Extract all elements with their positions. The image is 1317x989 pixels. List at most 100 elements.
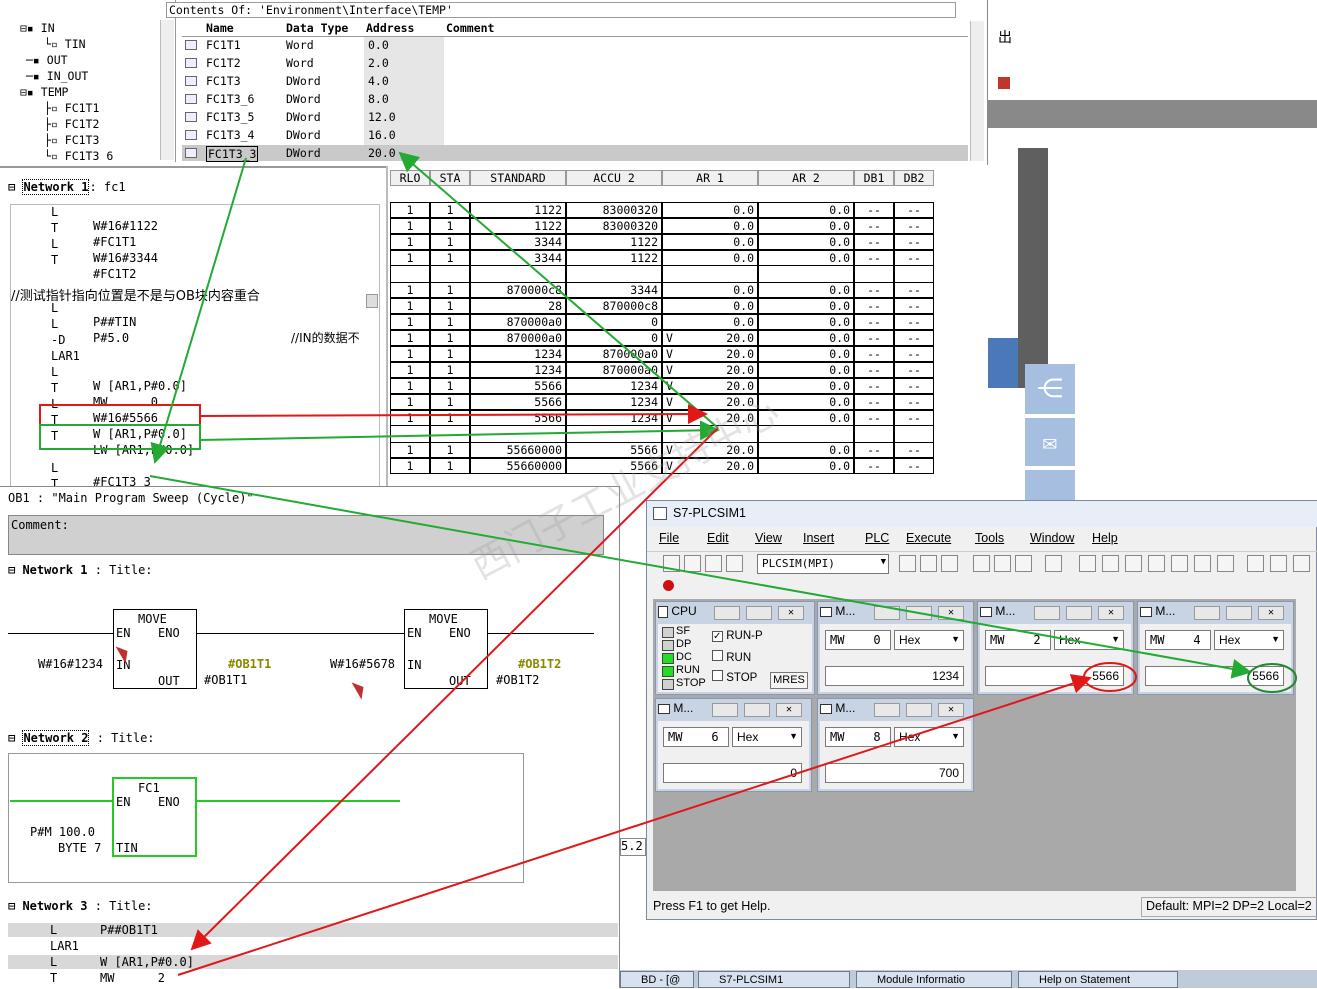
insert-counter-icon[interactable]: [1171, 555, 1188, 572]
network-1-link[interactable]: Network 1: [22, 179, 90, 195]
connection-combo[interactable]: PLCSIM(MPI) ▼: [757, 554, 889, 574]
tree-node-out[interactable]: ─▪ OUT: [26, 53, 68, 67]
taskbar-item-help[interactable]: Help on Statement: [1018, 971, 1178, 988]
value-field[interactable]: 5566: [1145, 666, 1284, 686]
help-icon[interactable]: [1045, 555, 1062, 572]
open-icon[interactable]: [684, 555, 701, 572]
insert-stack-icon[interactable]: [1247, 555, 1264, 572]
share-button[interactable]: ⋲: [1025, 364, 1075, 414]
mw-window[interactable]: M... ✕ MW 0 Hex ▼ 1234: [817, 601, 974, 695]
new-icon[interactable]: [663, 555, 680, 572]
taskbar-item-bd[interactable]: BD - [@: [620, 971, 694, 988]
print-icon[interactable]: [726, 555, 743, 572]
fc1-param-length[interactable]: BYTE 7: [58, 841, 101, 855]
maximize-button[interactable]: [906, 606, 932, 620]
maximize-button[interactable]: [1066, 606, 1092, 620]
var-row[interactable]: FC1T3_6 DWord 8.0: [182, 91, 968, 109]
minimize-button[interactable]: [1194, 606, 1220, 620]
close-button[interactable]: ✕: [776, 703, 802, 717]
plcsim-titlebar[interactable]: S7-PLCSIM1: [647, 501, 1317, 527]
insert-block-icon[interactable]: [1293, 555, 1310, 572]
var-row[interactable]: FC1T3_5 DWord 12.0: [182, 109, 968, 127]
menu-help[interactable]: Help: [1092, 531, 1118, 545]
tile-icon[interactable]: [994, 555, 1011, 572]
address-field[interactable]: MW 2: [985, 630, 1051, 650]
menu-edit[interactable]: Edit: [707, 531, 729, 545]
tree-node-inout[interactable]: ─▪ IN_OUT: [26, 69, 88, 83]
tree-node-in[interactable]: ⊟▪ IN: [20, 21, 55, 35]
record-icon[interactable]: [663, 580, 674, 591]
maximize-button[interactable]: [906, 703, 932, 717]
var-row[interactable]: FC1T3_3 DWord 20.0: [182, 145, 968, 163]
save-icon[interactable]: [705, 555, 722, 572]
menu-tools[interactable]: Tools: [975, 531, 1004, 545]
menu-execute[interactable]: Execute: [906, 531, 951, 545]
network-2-link[interactable]: Network 2: [22, 730, 90, 746]
close-button[interactable]: ✕: [1258, 606, 1284, 620]
runp-checkbox[interactable]: ✓ RUN-P: [712, 630, 763, 642]
menu-plc[interactable]: PLC: [865, 531, 889, 545]
value-field[interactable]: 5566: [985, 666, 1124, 686]
format-select[interactable]: Hex ▼: [1214, 630, 1284, 650]
tree-node-fc1t1[interactable]: ├▫ FC1T1: [44, 101, 99, 115]
insert-variable-icon[interactable]: [1194, 555, 1211, 572]
maximize-button[interactable]: [744, 703, 770, 717]
tree-node-fc1t3[interactable]: ├▫ FC1T3: [44, 133, 99, 147]
ob1-comment-box[interactable]: Comment:: [8, 515, 604, 555]
menu-file[interactable]: File: [659, 531, 679, 545]
menu-insert[interactable]: Insert: [803, 531, 834, 545]
value-field[interactable]: 1234: [825, 666, 964, 686]
col-type[interactable]: Data Type: [286, 21, 348, 35]
tree-node-tin[interactable]: └▫ TIN: [44, 37, 86, 51]
mw-window[interactable]: M... ✕ MW 8 Hex ▼ 700: [817, 698, 974, 792]
move-box-2[interactable]: MOVE EN ENO IN OUT: [404, 609, 488, 689]
tree-node-fc1t3-6[interactable]: └▫ FC1T3_6: [44, 149, 113, 162]
insert-output-icon[interactable]: [1102, 555, 1119, 572]
pin-icon[interactable]: [1015, 555, 1032, 572]
address-field[interactable]: MW 8: [825, 727, 891, 747]
tree-node-temp[interactable]: ⊟▪ TEMP: [20, 85, 68, 99]
insert-input-icon[interactable]: [1079, 555, 1096, 572]
stop-checkbox[interactable]: STOP: [712, 670, 757, 684]
format-select[interactable]: Hex ▼: [894, 727, 964, 747]
var-row[interactable]: FC1T1 Word 0.0: [182, 37, 968, 55]
cut-icon[interactable]: [899, 555, 916, 572]
col-address[interactable]: Address: [366, 21, 414, 35]
move2-in-value[interactable]: W#16#5678: [330, 657, 395, 671]
taskbar-item-plcsim[interactable]: S7-PLCSIM1: [698, 971, 850, 988]
paste-icon[interactable]: [941, 555, 958, 572]
address-field[interactable]: MW 0: [825, 630, 891, 650]
format-select[interactable]: Hex ▼: [894, 630, 964, 650]
fc1-param-address[interactable]: P#M 100.0: [30, 825, 95, 839]
tree-node-fc1t2[interactable]: ├▫ FC1T2: [44, 117, 99, 131]
taskbar-item-module-info[interactable]: Module Informatio: [856, 971, 1012, 988]
close-button[interactable]: ✕: [938, 703, 964, 717]
run-checkbox[interactable]: RUN: [712, 650, 751, 664]
maximize-button[interactable]: [746, 606, 772, 620]
insert-memory-icon[interactable]: [1125, 555, 1142, 572]
value-field[interactable]: 700: [825, 763, 964, 783]
close-button[interactable]: ✕: [938, 606, 964, 620]
expand-button[interactable]: [1025, 470, 1075, 500]
minimize-button[interactable]: [874, 606, 900, 620]
mw-window[interactable]: M... ✕ MW 2 Hex ▼ 5566: [977, 601, 1134, 695]
move2-out-value[interactable]: #OB1T2: [496, 673, 539, 687]
minimize-button[interactable]: [1034, 606, 1060, 620]
fc1-call-box[interactable]: FC1 EN ENO TIN: [112, 777, 197, 857]
maximize-button[interactable]: [1226, 606, 1252, 620]
var-row[interactable]: FC1T2 Word 2.0: [182, 55, 968, 73]
format-select[interactable]: Hex ▼: [1054, 630, 1124, 650]
menu-window[interactable]: Window: [1030, 531, 1074, 545]
cpu-window[interactable]: CPU ✕ SF DP DC RUN STOP ✓ RUN-P RUN STOP MRE…: [655, 601, 815, 695]
copy-icon[interactable]: [920, 555, 937, 572]
col-name[interactable]: Name: [206, 21, 234, 35]
email-button[interactable]: ✉: [1025, 418, 1075, 466]
tree-scrollbar[interactable]: [160, 20, 174, 160]
move1-in-value[interactable]: W#16#1234: [38, 657, 103, 671]
minimize-button[interactable]: [874, 703, 900, 717]
col-comment[interactable]: Comment: [446, 21, 494, 35]
address-field[interactable]: MW 6: [663, 727, 729, 747]
fc1-scrollbar-thumb[interactable]: [366, 294, 378, 308]
insert-accu-icon[interactable]: [1270, 555, 1287, 572]
move1-out-value[interactable]: #OB1T1: [204, 673, 247, 687]
